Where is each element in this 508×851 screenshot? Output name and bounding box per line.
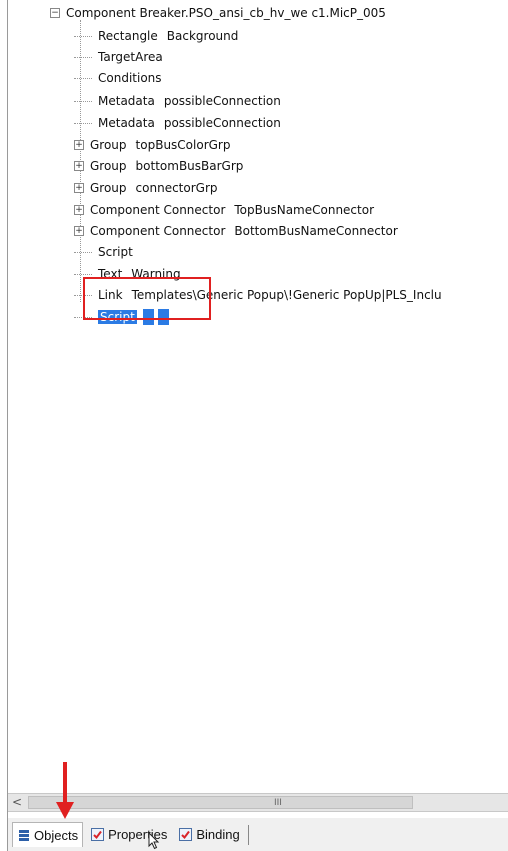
item-name: possibleConnection [163,116,281,130]
tree-item-component-connector[interactable]: + Component Connector TopBusNameConnecto… [74,200,374,220]
item-name: BottomBusNameConnector [234,224,398,238]
expand-icon[interactable]: + [74,226,84,236]
highlight-box [83,277,211,320]
item-name: topBusColorGrp [135,138,231,152]
tab-binding[interactable]: Binding [175,823,243,847]
bottom-tab-bar: Objects Properties Binding [8,818,508,851]
item-name: TopBusNameConnector [234,203,375,217]
expand-icon[interactable]: + [74,140,84,150]
tree-item-rectangle[interactable]: Rectangle Background [74,26,238,46]
expand-icon[interactable]: + [74,205,84,215]
tab-objects[interactable]: Objects [12,822,84,847]
item-type: TargetArea [98,50,163,64]
red-arrow-annotation-icon [56,762,74,819]
object-tree-panel: − Component Breaker.PSO_ansi_cb_hv_we c1… [7,0,508,851]
item-type: Metadata [98,94,155,108]
object-tree[interactable]: − Component Breaker.PSO_ansi_cb_hv_we c1… [8,0,507,791]
item-name: possibleConnection [163,94,281,108]
properties-checklist-icon [91,828,105,841]
item-type: Metadata [98,116,155,130]
tree-item-metadata[interactable]: Metadata possibleConnection [74,113,281,133]
tab-divider [247,824,249,845]
tree-item-conditions[interactable]: Conditions [74,68,171,88]
tree-item-group[interactable]: + Group bottomBusBarGrp [74,156,243,176]
tree-root-label[interactable]: Component Breaker.PSO_ansi_cb_hv_we c1.M… [66,6,386,20]
tab-label: Binding [196,827,240,842]
item-name: connectorGrp [135,181,218,195]
item-type: Component Connector [90,203,226,217]
objects-icon [17,829,30,842]
tab-label: Objects [34,827,79,843]
item-name: Background [166,29,239,43]
expand-icon[interactable]: + [74,161,84,171]
item-type: Script [98,245,133,259]
item-type: Rectangle [98,29,158,43]
item-type: Group [90,138,127,152]
horizontal-scrollbar[interactable]: < III [8,793,508,812]
tree-item-script[interactable]: Script [74,242,142,262]
item-type: Group [90,159,127,173]
binding-checklist-icon [179,828,193,841]
tree-item-component-connector[interactable]: + Component Connector BottomBusNameConne… [74,221,398,241]
scroll-left-arrow[interactable]: < [10,795,24,810]
collapse-icon[interactable]: − [50,7,60,18]
item-type: Conditions [98,71,162,85]
item-type: Component Connector [90,224,226,238]
tree-root-component[interactable]: − Component Breaker.PSO_ansi_cb_hv_we c1… [50,4,386,21]
tree-item-targetarea[interactable]: TargetArea [74,47,172,67]
tree-item-group[interactable]: + Group connectorGrp [74,178,218,198]
item-name: bottomBusBarGrp [135,159,244,173]
item-type: Group [90,181,127,195]
scrollbar-thumb[interactable]: III [28,796,413,809]
tree-item-group[interactable]: + Group topBusColorGrp [74,135,230,155]
tree-item-metadata[interactable]: Metadata possibleConnection [74,91,281,111]
mouse-cursor-icon [148,832,160,850]
expand-icon[interactable]: + [74,183,84,193]
scrollbar-grip: III [274,798,282,808]
